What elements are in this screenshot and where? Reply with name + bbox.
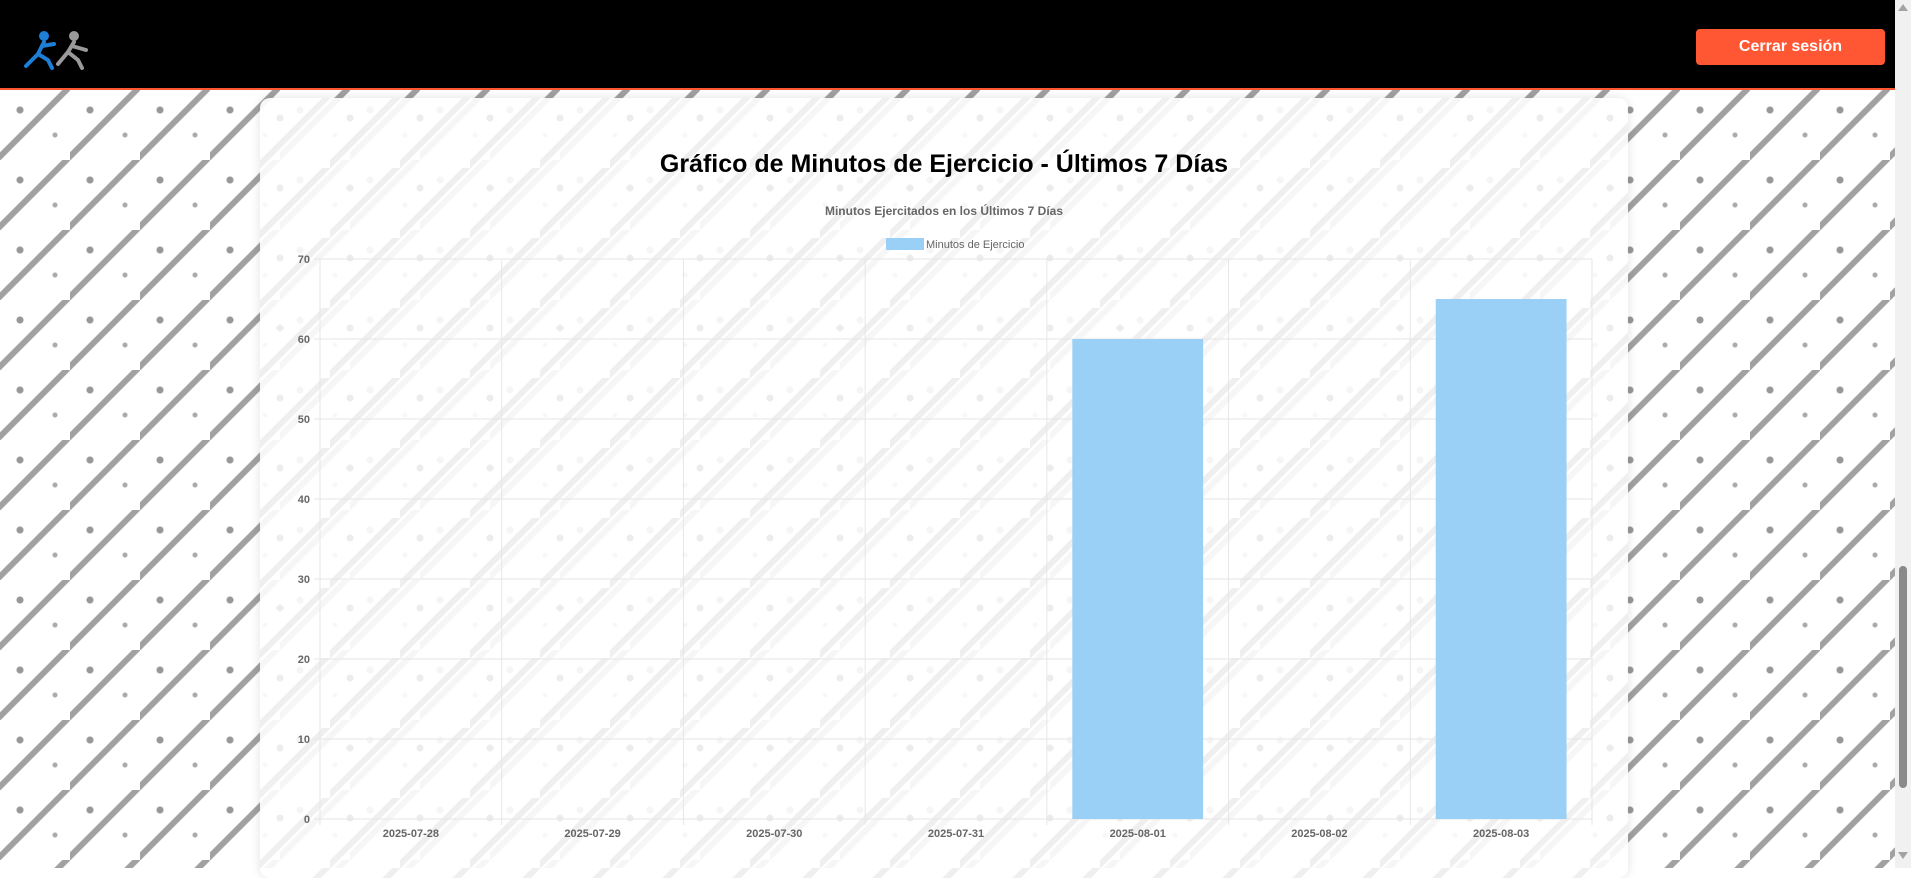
vertical-scrollbar[interactable] [1895,0,1911,868]
x-tick-label: 2025-07-30 [746,828,802,840]
legend-label: Minutos de Ejercicio [926,239,1024,251]
x-tick-label: 2025-07-29 [564,828,620,840]
y-tick-label: 70 [298,254,310,266]
x-tick-label: 2025-08-01 [1110,828,1166,840]
logo-icon [24,31,88,70]
y-tick-label: 30 [298,574,310,586]
y-tick-label: 10 [298,734,310,746]
chart-legend[interactable]: Minutos de Ejercicio [886,238,1024,251]
x-tick-label: 2025-07-28 [383,828,439,840]
legend-swatch [886,238,924,250]
chart-card: Gráfico de Minutos de Ejercicio - Último… [260,98,1628,878]
scroll-up-arrow-icon[interactable] [1898,4,1908,11]
x-tick-label: 2025-08-02 [1291,828,1347,840]
scroll-down-arrow-icon[interactable] [1898,852,1908,859]
chart-title: Minutos Ejercitados en los Últimos 7 Día… [825,203,1063,218]
y-tick-label: 0 [304,814,310,826]
exercise-bar-chart: Minutos Ejercitados en los Últimos 7 Día… [298,203,1593,840]
x-tick-label: 2025-07-31 [928,828,984,840]
y-tick-label: 40 [298,494,310,506]
y-tick-label: 50 [298,414,310,426]
y-tick-label: 20 [298,654,310,666]
logout-button[interactable]: Cerrar sesión [1696,29,1885,65]
x-tick-label: 2025-08-03 [1473,828,1529,840]
bar-2025-08-03[interactable] [1435,299,1567,819]
bar-2025-08-01[interactable] [1072,339,1204,819]
y-tick-label: 60 [298,334,310,346]
scrollbar-thumb[interactable] [1899,566,1907,788]
top-navbar: Cerrar sesión [0,0,1895,90]
